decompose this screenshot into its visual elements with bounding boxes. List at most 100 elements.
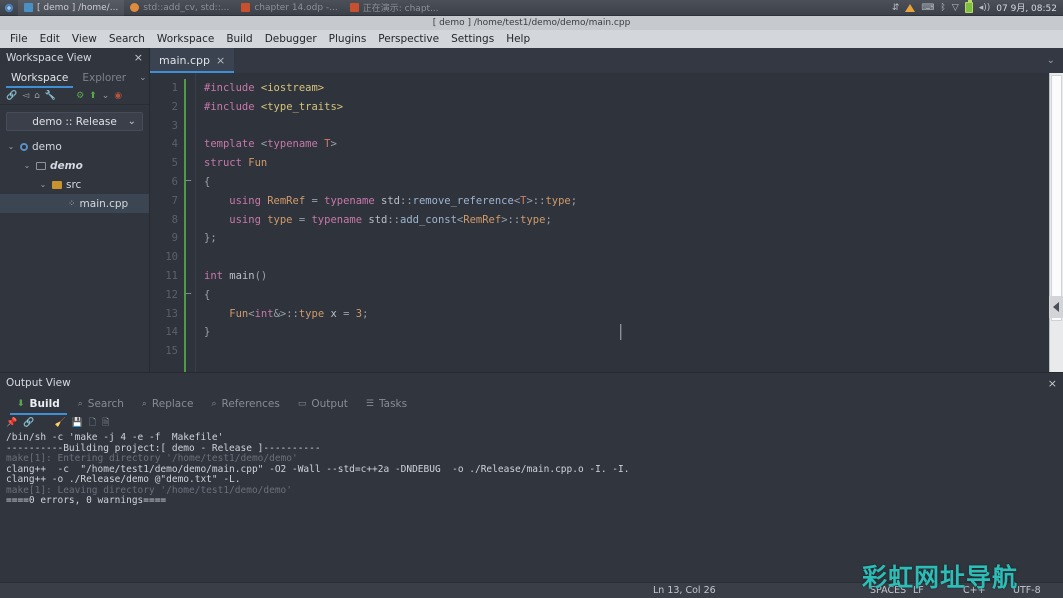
menu-item-view[interactable]: View	[66, 30, 103, 48]
output-view-tabs: ⬇ Build ⌕ Search ⌕ Replace ⌕ References ▭ Output ☰…	[0, 393, 1063, 415]
dropdown-icon[interactable]: ⌄	[102, 91, 110, 101]
volume-icon[interactable]: ◂))	[979, 3, 991, 13]
run-icon[interactable]: ⚙	[76, 91, 84, 101]
menu-bar: File Edit View Search Workspace Build Debugger…	[0, 30, 1063, 48]
warning-icon[interactable]	[905, 3, 916, 12]
wrench-icon[interactable]: 🔧	[45, 91, 56, 101]
os-taskbar: [ demo ] /home/... std::add_cv, std::... c…	[0, 0, 1063, 16]
tree-item-demo[interactable]: ⌄ demo	[0, 156, 149, 175]
bluetooth-icon[interactable]: ᛒ	[940, 3, 945, 13]
wifi-icon[interactable]: ▽	[952, 3, 959, 13]
tree-item-label: demo	[32, 140, 62, 153]
output-tab-label: Output	[311, 398, 348, 410]
clock[interactable]: 07 9月, 08:52	[996, 1, 1057, 14]
copy-icon[interactable]: 🗋	[89, 415, 96, 431]
menu-item-help[interactable]: Help	[500, 30, 536, 48]
build-icon[interactable]: ⬆	[89, 91, 97, 101]
source-code-text[interactable]: #include <iostream> #include <type_traits…	[196, 73, 1063, 420]
workspace-dot-icon	[20, 142, 28, 151]
output-tab-search[interactable]: ⌕ Search	[69, 393, 133, 415]
home-icon[interactable]: ⌂	[34, 91, 40, 101]
battery-icon[interactable]	[964, 0, 973, 13]
menu-item-settings[interactable]: Settings	[445, 30, 500, 48]
tree-item-main-cpp[interactable]: ⁘ main.cpp	[0, 194, 149, 213]
taskbar-task-1[interactable]: std::add_cv, std::...	[124, 0, 235, 16]
menu-item-edit[interactable]: Edit	[34, 30, 66, 48]
window-titlebar: [ demo ] /home/test1/demo/demo/main.cpp	[0, 16, 1063, 30]
code-token: #include	[204, 82, 261, 94]
cursor-position[interactable]: Ln 13, Col 26	[645, 585, 724, 596]
menu-item-file[interactable]: File	[4, 30, 34, 48]
menu-item-build[interactable]: Build	[220, 30, 258, 48]
output-tab-replace[interactable]: ⌕ Replace	[133, 393, 203, 415]
code-token: {	[204, 175, 211, 188]
copy-all-icon[interactable]: 🗎	[102, 415, 109, 431]
scrollbar-thumb[interactable]	[1051, 75, 1062, 321]
code-area[interactable]: 1 2 3 4 5 6 7 8 9 10 11 12 13 14 15 − − #include <iostr…	[150, 73, 1063, 420]
fold-toggle-icon[interactable]: −	[185, 288, 193, 299]
network-icon[interactable]: ⇵	[892, 3, 900, 13]
chevron-down-icon[interactable]: ⌄	[38, 180, 48, 189]
menu-item-plugins[interactable]: Plugins	[323, 30, 373, 48]
target-selector[interactable]: demo :: Release ⌄	[6, 112, 143, 131]
fold-toggle-icon[interactable]: −	[185, 175, 193, 186]
panel-collapse-button[interactable]	[1049, 296, 1063, 318]
tree-item-src[interactable]: ⌄ src	[0, 175, 149, 194]
code-token: ;	[545, 213, 552, 226]
chevron-down-icon[interactable]: ⌄	[22, 161, 32, 170]
code-token: typename	[311, 213, 369, 226]
start-menu-icon[interactable]	[0, 3, 18, 13]
editor-tab-main-cpp[interactable]: main.cpp ×	[150, 48, 235, 73]
close-icon[interactable]: ×	[132, 51, 145, 64]
code-token: typename	[267, 138, 325, 151]
menu-item-search[interactable]: Search	[103, 30, 151, 48]
editor-tabstrip: main.cpp × ⌄	[150, 48, 1063, 73]
clear-icon[interactable]: 🧹	[54, 418, 65, 428]
output-view-panel: Output View × ⬇ Build ⌕ Search ⌕ Replace ⌕ Refe…	[0, 372, 1063, 582]
chevron-down-icon[interactable]: ⌄	[6, 142, 16, 151]
taskbar-task-label: chapter 14.odp -...	[254, 2, 338, 13]
build-log-line: /bin/sh -c 'make -j 4 -e -f Makefile'	[6, 432, 224, 443]
taskbar-task-3[interactable]: 正在演示: chapt...	[344, 0, 445, 16]
build-log-line: clang++ -o ./Release/demo @"demo.txt" -L…	[6, 474, 241, 485]
menu-item-debugger[interactable]: Debugger	[259, 30, 323, 48]
taskbar-task-label: std::add_cv, std::...	[143, 2, 230, 13]
sidebar-tab-explorer[interactable]: Explorer	[75, 67, 133, 88]
code-token: ;	[362, 307, 369, 320]
line-number-gutter: 1 2 3 4 5 6 7 8 9 10 11 12 13 14 15	[150, 73, 184, 420]
code-line: };	[204, 229, 1063, 248]
output-tab-tasks[interactable]: ☰ Tasks	[357, 393, 416, 415]
code-token: ;	[570, 194, 578, 207]
editor-vertical-scrollbar[interactable]	[1049, 73, 1063, 420]
folder-icon	[52, 180, 62, 189]
save-icon[interactable]: 💾	[72, 418, 83, 428]
code-folding-column[interactable]: − −	[184, 73, 196, 420]
code-token: &>::	[273, 307, 299, 320]
code-line: template <typename T>	[204, 135, 1063, 154]
chevron-down-icon[interactable]: ⌄	[1039, 48, 1063, 73]
taskbar-task-2[interactable]: chapter 14.odp -...	[235, 0, 343, 16]
tree-item-demo[interactable]: ⌄ demo	[0, 137, 149, 156]
output-tab-references[interactable]: ⌕ References	[202, 393, 288, 415]
code-token: <type_traits>	[260, 100, 344, 113]
menu-item-perspective[interactable]: Perspective	[372, 30, 445, 48]
taskbar-task-0[interactable]: [ demo ] /home/...	[18, 0, 125, 16]
project-folder-icon	[36, 161, 46, 170]
pin-icon[interactable]: 📌	[6, 418, 17, 428]
menu-item-workspace[interactable]: Workspace	[151, 30, 220, 48]
keyboard-icon[interactable]: ⌨	[921, 3, 934, 13]
output-tab-build[interactable]: ⬇ Build	[8, 393, 69, 415]
code-token: using	[204, 213, 268, 226]
close-icon[interactable]: ×	[216, 54, 225, 67]
taskbar-task-list: [ demo ] /home/... std::add_cv, std::... c…	[18, 0, 445, 16]
send-icon[interactable]: ◅	[22, 91, 29, 101]
stop-icon[interactable]: ◉	[114, 91, 122, 101]
link-icon[interactable]: 🔗	[23, 418, 34, 428]
window-title: [ demo ] /home/test1/demo/demo/main.cpp	[432, 18, 631, 28]
sidebar-tab-workspace[interactable]: Workspace	[4, 67, 75, 88]
close-icon[interactable]: ×	[1048, 377, 1057, 390]
link-icon[interactable]: 🔗	[6, 91, 17, 101]
code-line: {	[204, 173, 1063, 192]
output-tab-output[interactable]: ▭ Output	[289, 393, 357, 415]
